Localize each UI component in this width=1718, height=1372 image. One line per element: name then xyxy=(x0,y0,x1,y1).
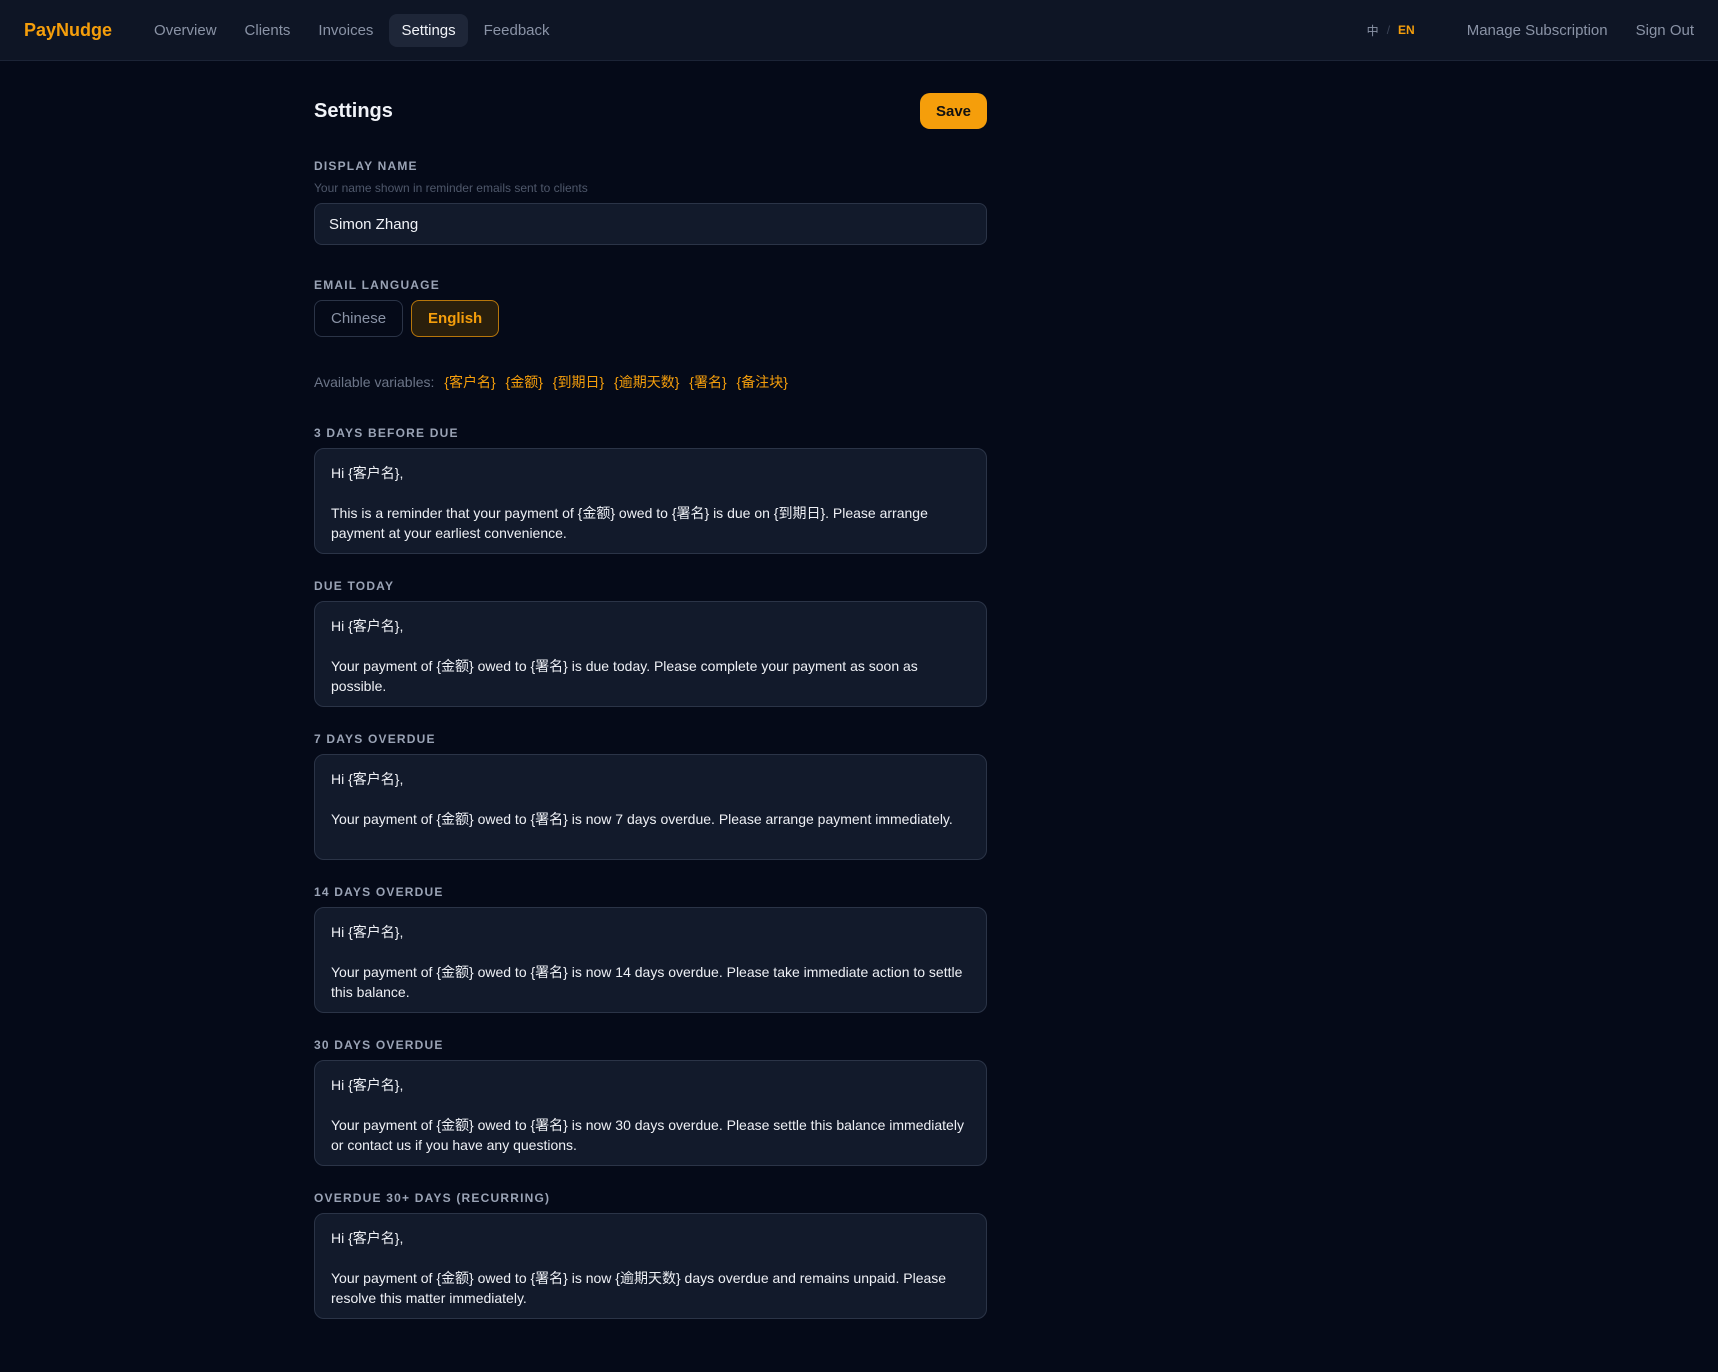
sign-out-link[interactable]: Sign Out xyxy=(1636,22,1694,39)
variables-label: Available variables: xyxy=(314,374,435,390)
email-language-label: EMAIL LANGUAGE xyxy=(314,278,440,292)
language-option-english[interactable]: English xyxy=(411,300,500,337)
template-14-days-overdue: 14 DAYS OVERDUE Hi {客户名}, Your payment o… xyxy=(314,885,987,1013)
template-textarea[interactable]: Hi {客户名}, Your payment of {金额} owed to {… xyxy=(314,1213,987,1319)
manage-subscription-link[interactable]: Manage Subscription xyxy=(1467,22,1608,39)
template-textarea[interactable]: Hi {客户名}, Your payment of {金额} owed to {… xyxy=(314,601,987,707)
template-label: 7 DAYS OVERDUE xyxy=(314,732,436,746)
page-title: Settings xyxy=(314,99,393,122)
language-option-chinese[interactable]: Chinese xyxy=(314,300,404,337)
topbar-right: 中 / EN Manage Subscription Sign Out xyxy=(1367,22,1694,39)
template-label: 3 DAYS BEFORE DUE xyxy=(314,426,459,440)
template-label: 14 DAYS OVERDUE xyxy=(314,885,444,899)
nav-feedback[interactable]: Feedback xyxy=(472,14,562,47)
template-label: OVERDUE 30+ DAYS (RECURRING) xyxy=(314,1191,551,1205)
available-variables: Available variables: {客户名} {金额} {到期日} {逾… xyxy=(314,372,987,392)
variable-chip[interactable]: {客户名} xyxy=(444,374,495,390)
template-recurring-overdue: OVERDUE 30+ DAYS (RECURRING) Hi {客户名}, Y… xyxy=(314,1191,987,1319)
ui-language-zh[interactable]: 中 xyxy=(1367,22,1379,39)
template-30-days-overdue: 30 DAYS OVERDUE Hi {客户名}, Your payment o… xyxy=(314,1038,987,1166)
ui-language-separator: / xyxy=(1386,23,1391,37)
template-textarea[interactable]: Hi {客户名}, Your payment of {金额} owed to {… xyxy=(314,754,987,860)
variable-chip[interactable]: {备注块} xyxy=(737,374,788,390)
ui-language-en[interactable]: EN xyxy=(1398,23,1415,37)
settings-panel: Settings Save DISPLAY NAME Your name sho… xyxy=(314,93,987,1319)
variable-chip[interactable]: {金额} xyxy=(506,374,543,390)
display-name-input[interactable]: Simon Zhang xyxy=(314,203,987,245)
display-name-hint: Your name shown in reminder emails sent … xyxy=(314,181,588,195)
template-label: 30 DAYS OVERDUE xyxy=(314,1038,444,1052)
display-name-label: DISPLAY NAME xyxy=(314,159,418,173)
template-textarea[interactable]: Hi {客户名}, Your payment of {金额} owed to {… xyxy=(314,907,987,1013)
save-button[interactable]: Save xyxy=(920,93,987,129)
variable-chip[interactable]: {到期日} xyxy=(553,374,604,390)
nav-clients[interactable]: Clients xyxy=(233,14,303,47)
email-language-section: EMAIL LANGUAGE Chinese English xyxy=(314,278,987,337)
variable-chip[interactable]: {署名} xyxy=(689,374,726,390)
brand-logo[interactable]: PayNudge xyxy=(24,20,112,41)
template-label: DUE TODAY xyxy=(314,579,395,593)
template-textarea[interactable]: Hi {客户名}, Your payment of {金额} owed to {… xyxy=(314,1060,987,1166)
settings-header: Settings Save xyxy=(314,93,987,129)
main-nav: Overview Clients Invoices Settings Feedb… xyxy=(142,13,562,47)
top-nav-bar: PayNudge Overview Clients Invoices Setti… xyxy=(0,0,1718,61)
variable-chip[interactable]: {逾期天数} xyxy=(614,374,679,390)
template-7-days-overdue: 7 DAYS OVERDUE Hi {客户名}, Your payment of… xyxy=(314,732,987,860)
template-3-days-before: 3 DAYS BEFORE DUE Hi {客户名}, This is a re… xyxy=(314,426,987,554)
template-textarea[interactable]: Hi {客户名}, This is a reminder that your p… xyxy=(314,448,987,554)
display-name-section: DISPLAY NAME Your name shown in reminder… xyxy=(314,159,987,245)
nav-settings[interactable]: Settings xyxy=(389,13,468,47)
nav-invoices[interactable]: Invoices xyxy=(306,14,385,47)
email-language-toggle: Chinese English xyxy=(314,300,987,337)
nav-overview[interactable]: Overview xyxy=(142,14,229,47)
template-due-today: DUE TODAY Hi {客户名}, Your payment of {金额}… xyxy=(314,579,987,707)
